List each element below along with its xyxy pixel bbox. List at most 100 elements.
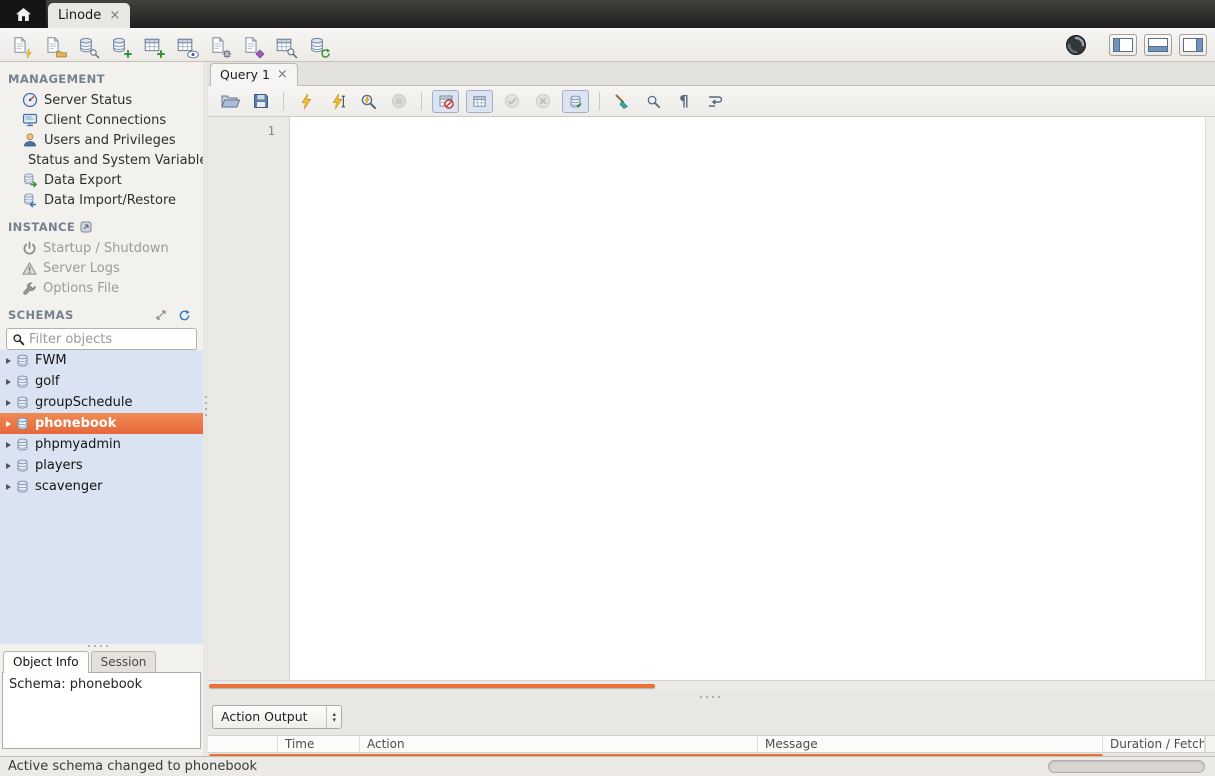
sidebar-item-label: Server Logs [43,261,120,276]
column-header-time[interactable]: Time [278,736,360,752]
power-icon [22,241,37,256]
schemas-title-label: SCHEMAS [8,308,74,322]
tab-object-info[interactable]: Object Info [3,651,89,673]
schema-row-phpmyadmin[interactable]: phpmyadmin [0,434,203,455]
mysql-workbench-window: Linode × [0,0,1215,776]
editor-text-area[interactable] [290,117,1205,680]
sidebar-item-label: Startup / Shutdown [43,241,169,256]
execute-current-button[interactable] [325,89,349,113]
schema-inspector-button[interactable] [74,33,98,57]
reconnect-button[interactable] [305,33,329,57]
magnifier-badge-icon [89,48,100,59]
stop-button[interactable] [387,89,411,113]
query-tab-close-icon[interactable]: × [277,68,288,81]
connection-tab-close-icon[interactable]: × [109,9,120,22]
sidebar-item-status-system-variables[interactable]: Status and System Variables [0,150,203,170]
splitter-handle[interactable] [205,402,207,404]
schema-name: FWM [35,353,67,368]
sidebar-item-startup-shutdown[interactable]: Startup / Shutdown [0,238,203,258]
tab-query-1[interactable]: Query 1 × [210,63,298,86]
bolt-badge-icon [23,48,34,59]
editor-vertical-scrollbar[interactable] [1205,117,1215,680]
wrap-text-button[interactable] [703,89,727,113]
column-header-message[interactable]: Message [758,736,1103,752]
expand-arrow-icon[interactable] [6,421,11,427]
toggle-sidebar-button[interactable] [1109,34,1137,56]
sidebar-item-users-privileges[interactable]: Users and Privileges [0,130,203,150]
schemas-section: SCHEMAS [0,300,203,350]
sidebar-item-options-file[interactable]: Options File [0,278,203,298]
limit-rows-icon [472,94,487,109]
expand-arrow-icon[interactable] [6,484,11,490]
stop-icon [391,93,407,109]
sidebar-item-data-export[interactable]: Data Export [0,170,203,190]
autocommit-toggle-button[interactable] [562,90,589,113]
find-button[interactable] [641,89,665,113]
sidebar-item-server-status[interactable]: Server Status [0,90,203,110]
invisible-chars-button[interactable]: ¶ [672,89,696,113]
create-view-button[interactable] [173,33,197,57]
expand-arrow-icon[interactable] [6,463,11,469]
output-grid-vertical-scrollbar[interactable] [1205,736,1215,752]
output-selector-bar: Action Output ▴ ▾ [208,703,1215,730]
tab-session[interactable]: Session [91,651,157,673]
schema-row-golf[interactable]: golf [0,371,203,392]
open-file-button[interactable] [218,89,242,113]
create-procedure-button[interactable] [206,33,230,57]
sidebar-item-client-connections[interactable]: Client Connections [0,110,203,130]
expand-arrow-icon[interactable] [6,379,11,385]
open-sql-script-button[interactable] [41,33,65,57]
toggle-output-area-button[interactable] [1144,34,1172,56]
rollback-button[interactable] [531,89,555,113]
schema-row-groupschedule[interactable]: groupSchedule [0,392,203,413]
toggle-stop-on-error-button[interactable] [432,90,459,113]
commit-button[interactable] [500,89,524,113]
schema-icon [15,437,30,452]
schema-name: players [35,458,83,473]
output-splitter[interactable] [208,691,1215,703]
monitor-icon [22,112,38,128]
execute-button[interactable] [294,89,318,113]
limit-rows-button[interactable] [466,90,493,113]
save-button[interactable] [249,89,273,113]
toggle-secondary-sidebar-button[interactable] [1179,34,1207,56]
schema-icon [15,353,30,368]
editor-horizontal-scrollbar-thumb[interactable] [209,684,655,688]
output-splitter-handle[interactable] [706,696,708,698]
home-tab[interactable] [0,0,46,28]
schema-row-phonebook[interactable]: phonebook [0,413,203,434]
column-header-duration-fetch[interactable]: Duration / Fetch [1103,736,1205,752]
sidebar-item-data-import[interactable]: Data Import/Restore [0,190,203,210]
refresh-schemas-icon[interactable] [178,309,191,322]
execute-current-bolt-icon [329,93,346,110]
search-data-button[interactable] [272,33,296,57]
new-query-tab-button[interactable] [8,33,32,57]
database-export-icon [22,172,38,188]
expand-all-icon[interactable] [155,309,167,321]
editor-horizontal-scrollbar-track[interactable] [208,680,1215,691]
expand-arrow-icon[interactable] [6,400,11,406]
sql-editor[interactable]: 1 [208,117,1215,680]
create-table-button[interactable] [140,33,164,57]
management-section: MANAGEMENT Server Status Client Connecti… [0,64,203,210]
create-schema-button[interactable] [107,33,131,57]
schema-row-players[interactable]: players [0,455,203,476]
column-header-status-icon[interactable] [208,736,278,752]
create-function-button[interactable] [239,33,263,57]
beautify-button[interactable] [610,89,634,113]
user-icon [22,132,38,148]
schema-row-scavenger[interactable]: scavenger [0,476,203,497]
folder-badge-icon [56,48,67,59]
schema-row-fwm[interactable]: FWM [0,350,203,371]
expand-arrow-icon[interactable] [6,358,11,364]
explain-button[interactable] [356,89,380,113]
expand-arrow-icon[interactable] [6,442,11,448]
column-header-action[interactable]: Action [360,736,758,752]
sidebar-item-label: Data Export [44,173,122,188]
combo-spinner-icon[interactable]: ▴ ▾ [326,706,341,728]
output-type-select[interactable]: Action Output ▴ ▾ [212,705,342,729]
connection-tab-linode[interactable]: Linode × [48,3,130,28]
schema-filter-input[interactable] [29,332,191,347]
sidebar-splitter-handle[interactable] [94,645,96,647]
sidebar-item-server-logs[interactable]: Server Logs [0,258,203,278]
